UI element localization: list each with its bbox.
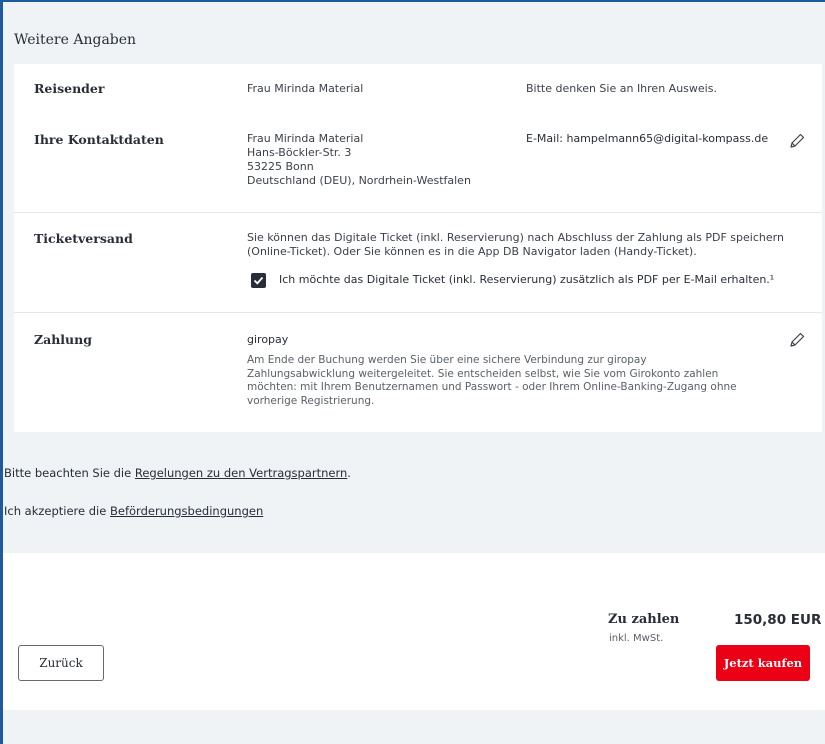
payment-method: giropay xyxy=(247,333,289,346)
pencil-icon[interactable] xyxy=(788,331,806,349)
description-line: (Online-Ticket). Oder Sie können es in d… xyxy=(247,245,697,258)
reisender-name: Frau Mirinda Material xyxy=(247,82,364,95)
description-line: möchten: mit Ihrem Benutzernamen und Pas… xyxy=(247,381,737,393)
notice-text: Ich akzeptiere die xyxy=(4,504,110,518)
address-line: Frau Mirinda Material xyxy=(247,132,364,145)
checkout-panel xyxy=(3,553,825,710)
back-button[interactable]: Zurück xyxy=(18,645,104,681)
pencil-icon[interactable] xyxy=(788,132,806,150)
bedingungen-notice: Ich akzeptiere die Beförderungsbedingung… xyxy=(4,504,263,518)
description-line: Am Ende der Buchung werden Sie über eine… xyxy=(247,354,647,366)
ticketversand-label: Ticketversand xyxy=(34,231,133,246)
total-tax-note: inkl. MwSt. xyxy=(609,633,664,644)
traveler-contact-card: Reisender Frau Mirinda Material Bitte de… xyxy=(14,64,822,212)
ticketversand-card: Ticketversand Sie können das Digitale Ti… xyxy=(14,212,822,312)
description-line: Sie können das Digitale Ticket (inkl. Re… xyxy=(247,231,784,244)
section-title: Weitere Angaben xyxy=(14,32,137,48)
checkmark-icon xyxy=(253,276,264,285)
address-line: Deutschland (DEU), Nordrhein-Westfalen xyxy=(247,174,471,187)
window-frame-top xyxy=(0,0,825,2)
buy-now-button[interactable]: Jetzt kaufen xyxy=(716,645,810,681)
description-line: Zahlungsabwicklung weitergeleitet. Sie e… xyxy=(247,367,719,380)
total-label: Zu zahlen xyxy=(608,612,680,627)
notice-text: Bitte beachten Sie die xyxy=(4,466,135,480)
regelungen-notice: Bitte beachten Sie die Regelungen zu den… xyxy=(4,466,351,480)
pdf-email-checkbox[interactable] xyxy=(251,273,266,288)
pdf-email-checkbox-label[interactable]: Ich möchte das Digitale Ticket (inkl. Re… xyxy=(279,273,774,287)
bedingungen-link[interactable]: Beförderungsbedingungen xyxy=(110,504,263,518)
address-line: Hans-Böckler-Str. 3 xyxy=(247,146,352,159)
contact-address: Frau Mirinda Material Hans-Böckler-Str. … xyxy=(247,132,471,188)
total-amount: 150,80 EUR xyxy=(734,612,822,628)
regelungen-link[interactable]: Regelungen zu den Vertragspartnern xyxy=(135,466,347,480)
description-line: vorherige Registrierung. xyxy=(247,394,375,407)
notice-text: . xyxy=(347,466,351,480)
zahlung-card: Zahlung giropay Am Ende der Buchung werd… xyxy=(14,312,822,432)
address-line: 53225 Bonn xyxy=(247,160,314,173)
reisender-label: Reisender xyxy=(34,81,105,96)
ticketversand-description: Sie können das Digitale Ticket (inkl. Re… xyxy=(247,231,817,259)
kontakt-label: Ihre Kontaktdaten xyxy=(34,132,164,147)
payment-description: Am Ende der Buchung werden Sie über eine… xyxy=(247,354,807,408)
ausweis-hint: Bitte denken Sie an Ihren Ausweis. xyxy=(526,82,717,95)
zahlung-label: Zahlung xyxy=(34,332,92,347)
contact-email: E-Mail: hampelmann65@digital-kompass.de xyxy=(526,132,769,145)
